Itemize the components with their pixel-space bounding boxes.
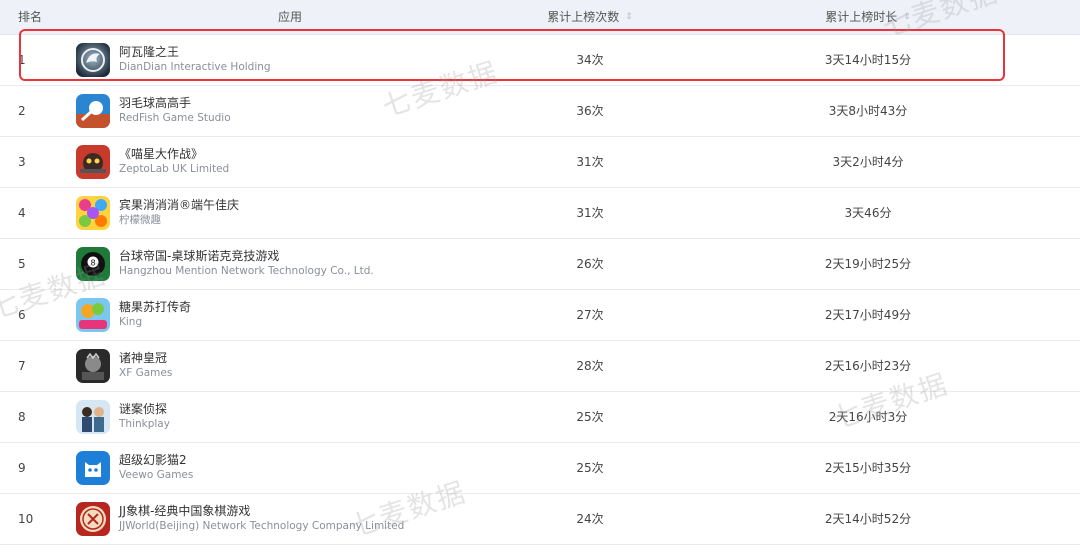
count-cell: 34次 [576,53,604,67]
duration-cell: 2天19小时25分 [824,257,912,271]
duration-cell: 2天17小时49分 [824,308,912,322]
app-icon-cell[interactable]: 8 [76,238,110,289]
app-name-link[interactable]: 《喵星大作战》 [119,147,203,162]
rank-cell: 1 [18,52,26,67]
duration-cell: 3天2小时4分 [832,155,904,169]
rank-cell: 7 [18,358,26,373]
developer-name: 柠檬微趣 [119,214,161,226]
rank-cell: 9 [18,460,26,475]
app-info-cell: 糖果苏打传奇 King [119,289,419,340]
table-row[interactable]: 1 阿瓦隆之王 DianDian Interactive Holding 34次 3天1… [0,34,1080,86]
cat-battle-icon[interactable] [76,144,110,179]
table-row[interactable]: 7 诸神皇冠 XF Games 28次 2天16小时23分 [0,340,1080,392]
duration-cell: 2天16小时23分 [824,359,912,373]
sort-icon[interactable]: ⇕ [903,13,911,22]
app-icon-cell[interactable] [76,340,110,391]
app-name-link[interactable]: 羽毛球高高手 [119,96,191,111]
app-name-link[interactable]: 超级幻影猫2 [119,453,187,468]
detective-icon[interactable] [76,399,110,434]
developer-name: RedFish Game Studio [119,112,231,124]
rank-cell: 10 [18,511,34,526]
candy-soda-icon[interactable] [76,297,110,332]
app-info-cell: 宾果消消消®端午佳庆 柠檬微趣 [119,187,419,238]
app-icon-cell[interactable] [76,493,110,544]
app-icon-cell[interactable] [76,85,110,136]
svg-text:8: 8 [90,258,95,267]
table-row[interactable]: 6 糖果苏打传奇 King 27次 2天17小时49分 [0,289,1080,341]
gods-crown-icon[interactable] [76,348,110,383]
rank-cell: 6 [18,307,26,322]
developer-name: Hangzhou Mention Network Technology Co.,… [119,265,374,277]
duration-cell: 3天14小时15分 [824,53,912,67]
app-info-cell: 谜案侦探 Thinkplay [119,391,419,442]
app-info-cell: 超级幻影猫2 Veewo Games [119,442,419,493]
app-name-link[interactable]: 宾果消消消®端午佳庆 [119,198,239,213]
bingo-candy-icon[interactable] [76,195,110,230]
count-cell: 36次 [576,104,604,118]
app-icon-cell[interactable] [76,289,110,340]
developer-name: JJWorld(Beijing) Network Technology Comp… [119,520,405,532]
app-icon-cell[interactable] [76,391,110,442]
app-name-link[interactable]: JJ象棋-经典中国象棋游戏 [119,504,250,519]
rank-cell: 5 [18,256,26,271]
count-cell: 31次 [576,155,604,169]
app-info-cell: 羽毛球高高手 RedFish Game Studio [119,85,419,136]
rank-cell: 2 [18,103,26,118]
app-info-cell: 诸神皇冠 XF Games [119,340,419,391]
rank-cell: 4 [18,205,26,220]
chinese-chess-icon[interactable] [76,501,110,536]
app-icon-cell[interactable] [76,442,110,493]
duration-cell: 2天16小时3分 [828,410,908,424]
app-name-link[interactable]: 阿瓦隆之王 [119,45,179,60]
table-row[interactable]: 8 谜案侦探 Thinkplay 25次 2天16小时3分 [0,391,1080,443]
app-icon-cell[interactable] [76,187,110,238]
app-name-link[interactable]: 糖果苏打传奇 [119,300,191,315]
table-header: 排名 应用 累计上榜次数 ⇕ 累计上榜时长 ⇕ [0,0,1080,35]
table-row[interactable]: 3 《喵星大作战》 ZeptoLab UK Limited 31次 3天2小时4分 [0,136,1080,188]
duration-cell: 2天14小时52分 [824,512,912,526]
count-cell: 26次 [576,257,604,271]
count-cell: 27次 [576,308,604,322]
developer-name: ZeptoLab UK Limited [119,163,230,175]
header-duration-label: 累计上榜时长 [825,10,898,24]
sort-icon[interactable]: ⇕ [625,13,633,22]
count-cell: 24次 [576,512,604,526]
count-cell: 28次 [576,359,604,373]
app-name-link[interactable]: 诸神皇冠 [119,351,167,366]
header-duration[interactable]: 累计上榜时长 ⇕ [718,0,1018,34]
developer-name: Veewo Games [119,469,194,481]
rank-cell: 8 [18,409,26,424]
developer-name: XF Games [119,367,173,379]
table-row[interactable]: 5 8 台球帝国-桌球斯诺克竞技游戏 Hangzhou Mention Network… [0,238,1080,290]
duration-cell: 3天46分 [844,206,892,220]
count-cell: 25次 [576,410,604,424]
count-cell: 25次 [576,461,604,475]
app-name-link[interactable]: 谜案侦探 [119,402,167,417]
table-row[interactable]: 9 超级幻影猫2 Veewo Games 25次 2天15小时35分 [0,442,1080,494]
app-info-cell: 台球帝国-桌球斯诺克竞技游戏 Hangzhou Mention Network T… [119,238,419,289]
badminton-icon[interactable] [76,93,110,128]
app-icon-cell[interactable] [76,34,110,85]
billiard-ball-icon[interactable]: 8 [76,246,110,281]
phantom-cat-icon[interactable] [76,450,110,485]
table-row[interactable]: 10 JJ象棋-经典中国象棋游戏 JJWorld(Beijing) Network … [0,493,1080,545]
app-info-cell: 阿瓦隆之王 DianDian Interactive Holding [119,34,419,85]
rank-cell: 3 [18,154,26,169]
table-row[interactable]: 2 羽毛球高高手 RedFish Game Studio 36次 3天8小时43分 [0,85,1080,137]
developer-name: Thinkplay [119,418,170,430]
table-row[interactable]: 4 宾果消消消®端午佳庆 柠檬微趣 31次 3天46分 [0,187,1080,239]
app-info-cell: 《喵星大作战》 ZeptoLab UK Limited [119,136,419,187]
developer-name: King [119,316,143,328]
header-count-label: 累计上榜次数 [547,10,620,24]
count-cell: 31次 [576,206,604,220]
app-icon-cell[interactable] [76,136,110,187]
avalon-dragon-icon[interactable] [76,42,110,77]
duration-cell: 3天8小时43分 [828,104,908,118]
app-info-cell: JJ象棋-经典中国象棋游戏 JJWorld(Beijing) Network Te… [119,493,419,544]
duration-cell: 2天15小时35分 [824,461,912,475]
header-count[interactable]: 累计上榜次数 ⇕ [440,0,740,34]
app-name-link[interactable]: 台球帝国-桌球斯诺克竞技游戏 [119,249,279,264]
developer-name: DianDian Interactive Holding [119,61,271,73]
